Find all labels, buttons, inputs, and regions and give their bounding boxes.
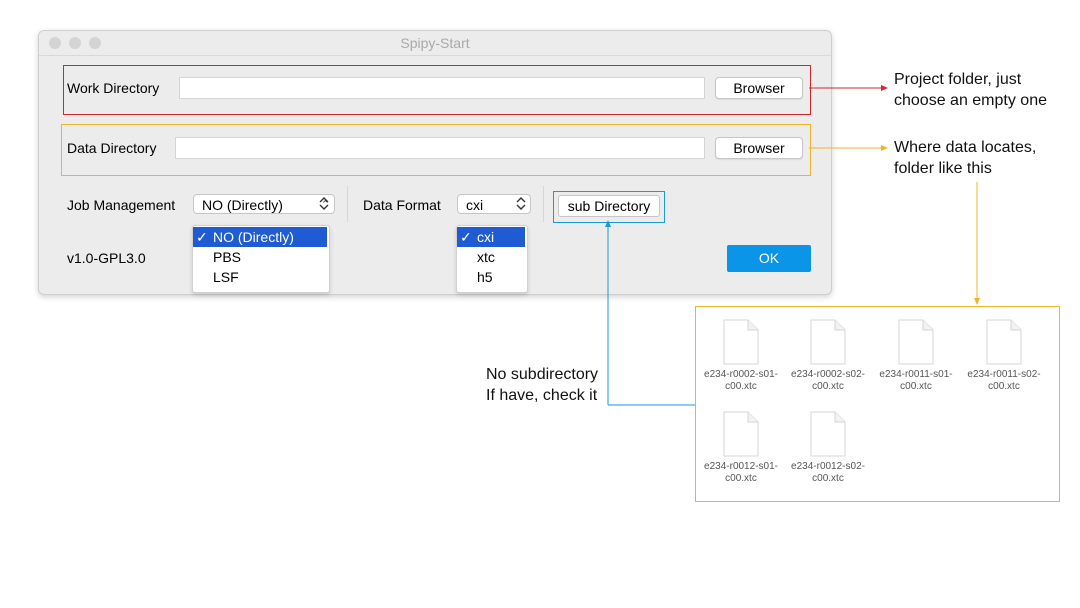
project-folder-note: Project folder, just choose an empty one [894,71,1047,109]
file-item[interactable]: e234-r0011-s01- c00.xtc [874,319,958,393]
data-folder-example: e234-r0002-s01- c00.xtc e234-r0002-s02- … [695,306,1060,502]
document-icon [723,319,759,365]
subdirectory-note: No subdirectory If have, check it [486,366,599,404]
file-item[interactable]: e234-r0002-s01- c00.xtc [699,319,783,393]
file-item[interactable]: e234-r0012-s01- c00.xtc [699,411,783,485]
file-item[interactable]: e234-r0011-s02- c00.xtc [962,319,1046,393]
file-item[interactable]: e234-r0012-s02- c00.xtc [786,411,870,485]
document-icon [810,319,846,365]
data-location-note: Where data locates, folder like this [894,139,1037,177]
document-icon [723,411,759,457]
document-icon [986,319,1022,365]
document-icon [810,411,846,457]
file-item[interactable]: e234-r0002-s02- c00.xtc [786,319,870,393]
document-icon [898,319,934,365]
